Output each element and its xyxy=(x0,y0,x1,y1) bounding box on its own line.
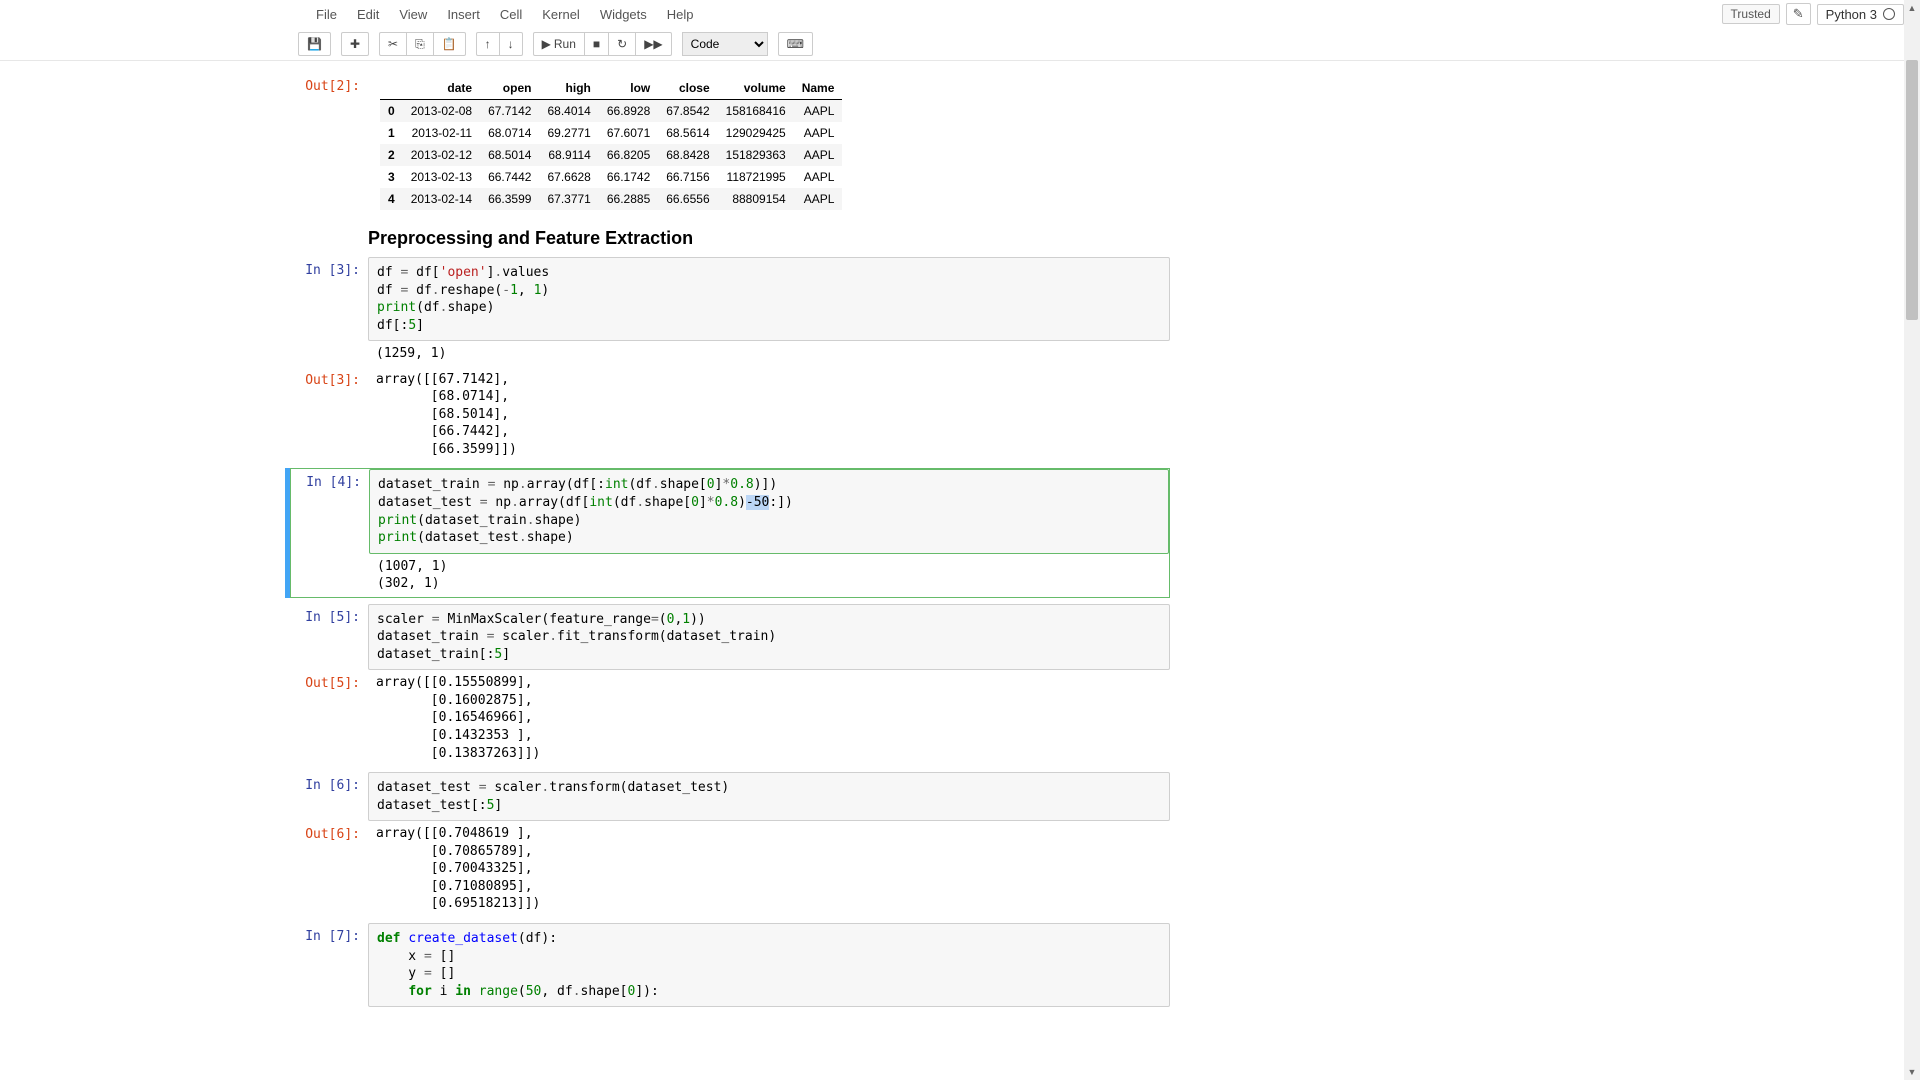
copy-icon: ⎘ xyxy=(415,37,425,52)
code-cell-4[interactable]: In [4]: dataset_train = np.array(df[:int… xyxy=(285,468,1170,597)
save-button[interactable]: 💾 xyxy=(298,32,331,56)
code-input[interactable]: def create_dataset(df): x = [] y = [] fo… xyxy=(368,923,1170,1007)
paste-button[interactable]: 📋 xyxy=(434,32,466,56)
jupyter-header: File Edit View Insert Cell Kernel Widget… xyxy=(0,0,1920,61)
interrupt-button[interactable]: ■ xyxy=(585,32,609,56)
run-icon: ▶ xyxy=(542,37,551,51)
kernel-indicator[interactable]: Python 3 xyxy=(1817,4,1904,25)
run-label: Run xyxy=(554,37,576,51)
fast-forward-icon: ▶▶ xyxy=(644,37,662,51)
table-row: 42013-02-1466.359967.377166.288566.65568… xyxy=(380,188,842,210)
table-header: high xyxy=(539,77,598,100)
in-prompt: In [6]: xyxy=(290,772,368,821)
menu-view[interactable]: View xyxy=(389,3,437,26)
keyboard-icon: ⌨ xyxy=(787,37,804,51)
menu-help[interactable]: Help xyxy=(657,3,704,26)
scroll-up-icon[interactable]: ▲ xyxy=(1904,0,1920,16)
in-prompt: In [3]: xyxy=(290,257,368,341)
code-cell-3[interactable]: In [3]: df = df['open'].values df = df.r… xyxy=(290,257,1170,462)
in-prompt: In [4]: xyxy=(291,469,369,553)
out-prompt: Out[2]: xyxy=(290,73,368,214)
toolbar: 💾 ✚ ✂ ⎘ 📋 ↑ ↓ ▶Run ■ ↻ ▶▶ Code ⌨ xyxy=(0,28,1920,60)
result-output: array([[67.7142], [68.0714], [68.5014], … xyxy=(368,367,1170,463)
code-input[interactable]: scaler = MinMaxScaler(feature_range=(0,1… xyxy=(368,604,1170,671)
code-input[interactable]: dataset_train = np.array(df[:int(df.shap… xyxy=(369,469,1169,553)
scissors-icon: ✂ xyxy=(388,37,398,51)
menu-file[interactable]: File xyxy=(306,3,347,26)
restart-button[interactable]: ↻ xyxy=(609,32,636,56)
celltype-select[interactable]: Code xyxy=(682,32,768,56)
table-header: low xyxy=(599,77,658,100)
table-row: 32013-02-1366.744267.662866.174266.71561… xyxy=(380,166,842,188)
stop-icon: ■ xyxy=(593,37,600,51)
table-header: open xyxy=(480,77,539,100)
menubar: File Edit View Insert Cell Kernel Widget… xyxy=(0,0,1920,28)
arrow-up-icon: ↑ xyxy=(485,37,491,51)
table-row: 02013-02-0867.714268.401466.892867.85421… xyxy=(380,100,842,123)
move-down-button[interactable]: ↓ xyxy=(500,32,523,56)
menu-kernel[interactable]: Kernel xyxy=(532,3,590,26)
dataframe-table: dateopenhighlowclosevolumeName 02013-02-… xyxy=(380,77,842,210)
table-header: close xyxy=(658,77,717,100)
notebook-container: Out[2]: dateopenhighlowclosevolumeName 0… xyxy=(290,61,1170,1007)
in-prompt: In [7]: xyxy=(290,923,368,1007)
menubar-right: Trusted ✎ Python 3 xyxy=(1722,3,1912,25)
out-prompt: Out[5]: xyxy=(290,670,368,766)
result-output: array([[0.15550899], [0.16002875], [0.16… xyxy=(368,670,1170,766)
menu-edit[interactable]: Edit xyxy=(347,3,389,26)
command-palette-button[interactable]: ⌨ xyxy=(778,32,813,56)
out-prompt: Out[3]: xyxy=(290,367,368,463)
plus-icon: ✚ xyxy=(350,37,360,51)
dataframe-output: dateopenhighlowclosevolumeName 02013-02-… xyxy=(368,73,1170,214)
stdout-output: (1259, 1) xyxy=(368,341,1170,367)
arrow-down-icon: ↓ xyxy=(508,37,514,51)
cell-out2: Out[2]: dateopenhighlowclosevolumeName 0… xyxy=(290,73,1170,214)
markdown-heading[interactable]: Preprocessing and Feature Extraction xyxy=(290,216,1170,257)
edit-metadata-icon[interactable]: ✎ xyxy=(1786,3,1811,25)
kernel-name: Python 3 xyxy=(1826,7,1877,22)
code-cell-6[interactable]: In [6]: dataset_test = scaler.transform(… xyxy=(290,772,1170,917)
code-cell-5[interactable]: In [5]: scaler = MinMaxScaler(feature_ra… xyxy=(290,604,1170,766)
table-row: 12013-02-1168.071469.277167.607168.56141… xyxy=(380,122,842,144)
scrollbar-thumb[interactable] xyxy=(1906,60,1918,320)
menubar-left: File Edit View Insert Cell Kernel Widget… xyxy=(8,3,704,26)
menu-widgets[interactable]: Widgets xyxy=(590,3,657,26)
paste-icon: 📋 xyxy=(442,37,457,51)
cut-button[interactable]: ✂ xyxy=(379,32,407,56)
menu-insert[interactable]: Insert xyxy=(437,3,490,26)
table-row: 22013-02-1268.501468.911466.820568.84281… xyxy=(380,144,842,166)
in-prompt: In [5]: xyxy=(290,604,368,671)
run-button[interactable]: ▶Run xyxy=(533,32,585,56)
restart-icon: ↻ xyxy=(617,37,627,51)
copy-button[interactable]: ⎘ xyxy=(407,32,434,56)
table-header: Name xyxy=(794,77,843,100)
insert-cell-below-button[interactable]: ✚ xyxy=(341,32,369,56)
table-header: volume xyxy=(718,77,794,100)
table-header: date xyxy=(403,77,480,100)
code-input[interactable]: df = df['open'].values df = df.reshape(-… xyxy=(368,257,1170,341)
menu-cell[interactable]: Cell xyxy=(490,3,532,26)
restart-run-all-button[interactable]: ▶▶ xyxy=(636,32,671,56)
out-prompt: Out[6]: xyxy=(290,821,368,917)
result-output: array([[0.7048619 ], [0.70865789], [0.70… xyxy=(368,821,1170,917)
scrollbar[interactable]: ▲ ▼ xyxy=(1904,0,1920,1080)
save-icon: 💾 xyxy=(307,37,322,51)
kernel-idle-icon xyxy=(1883,8,1895,20)
table-header xyxy=(380,77,403,100)
trusted-indicator[interactable]: Trusted xyxy=(1722,4,1780,24)
scroll-down-icon[interactable]: ▼ xyxy=(1904,1064,1920,1080)
code-input[interactable]: dataset_test = scaler.transform(dataset_… xyxy=(368,772,1170,821)
stdout-output: (1007, 1) (302, 1) xyxy=(369,554,1169,597)
move-up-button[interactable]: ↑ xyxy=(476,32,500,56)
code-cell-7[interactable]: In [7]: def create_dataset(df): x = [] y… xyxy=(290,923,1170,1007)
